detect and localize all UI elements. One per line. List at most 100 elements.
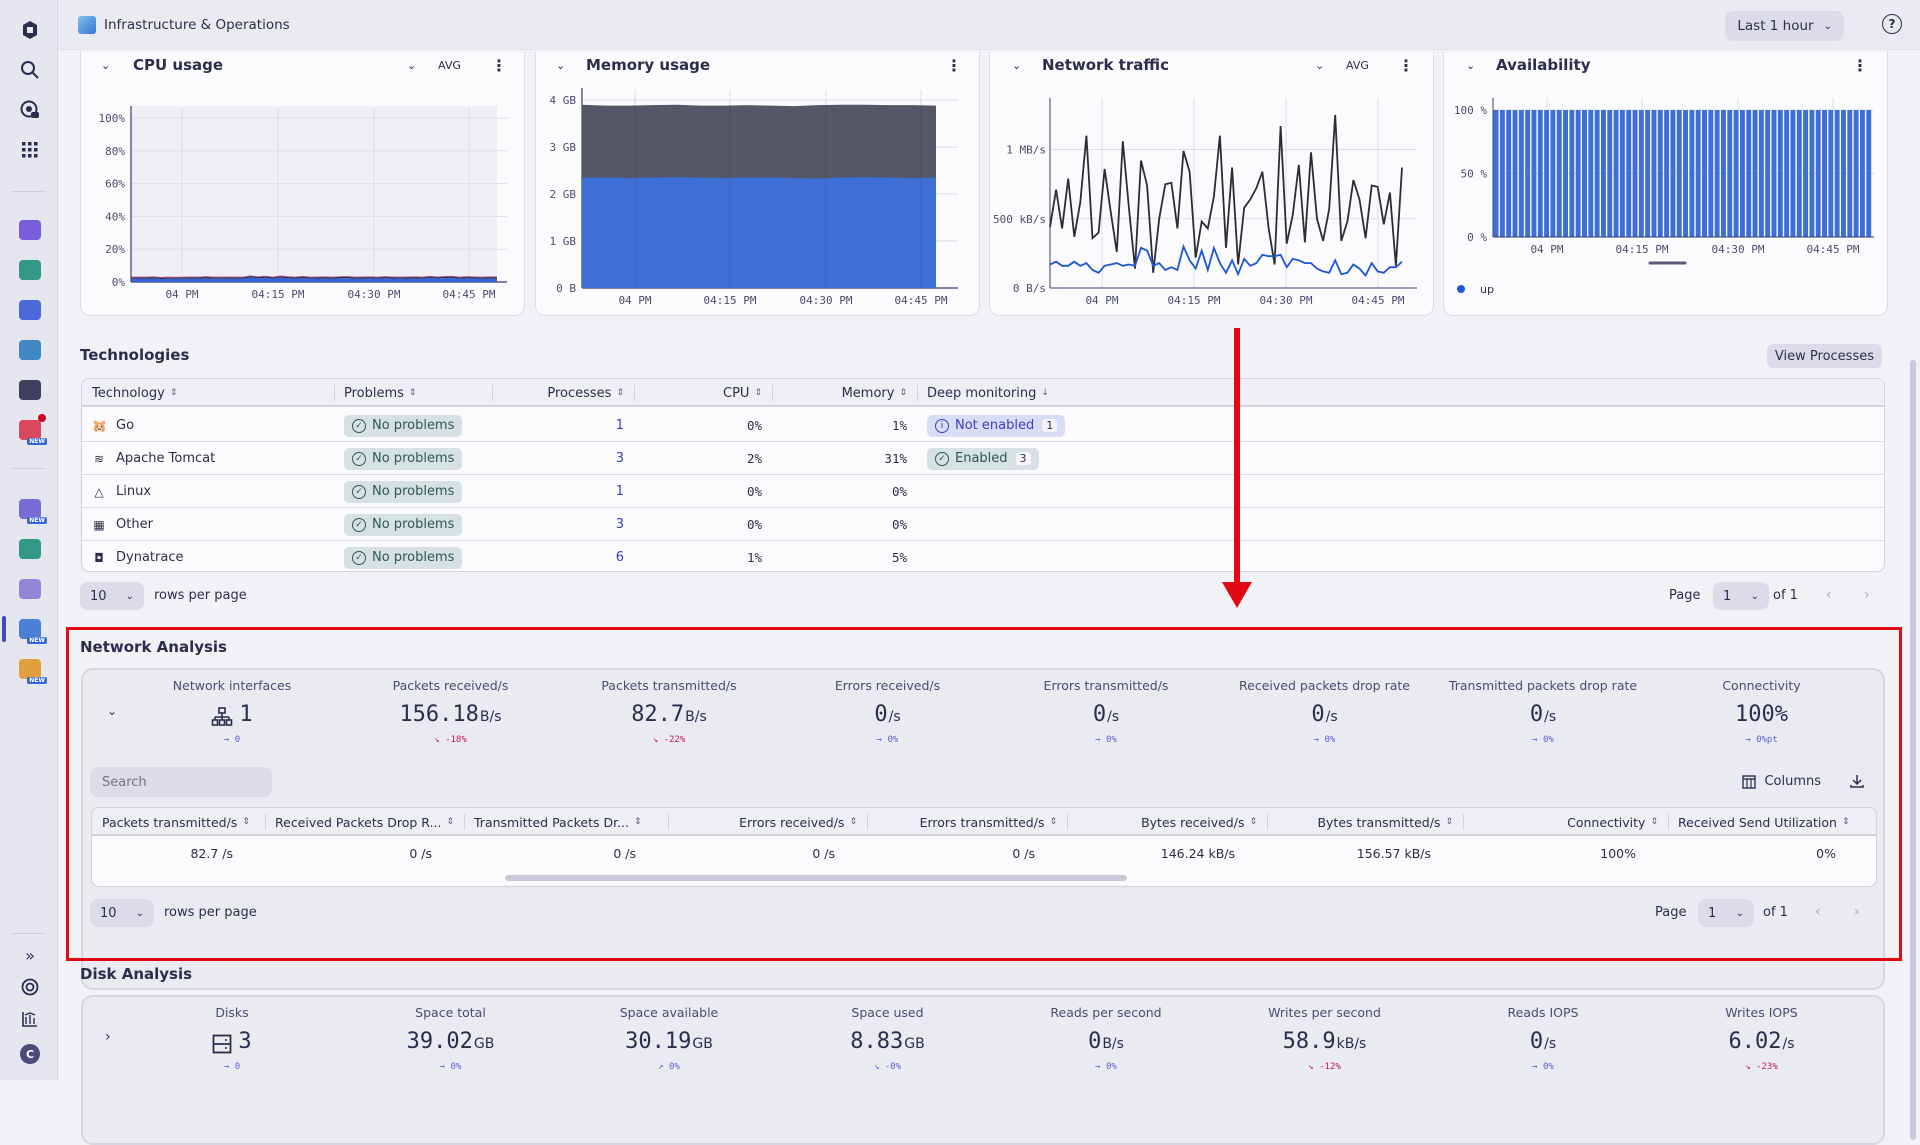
horizontal-scrollbar[interactable] (505, 875, 1127, 881)
column-header[interactable]: Bytes received/s⇕ (1067, 808, 1267, 836)
no-problems-badge[interactable]: ✓No problems (344, 481, 462, 503)
rows-per-page-select[interactable]: 10⌄ (90, 899, 154, 927)
table-row[interactable]: ≋Apache Tomcat✓No problems32%31%✓Enabled… (82, 442, 1884, 475)
app-infrastructure-icon[interactable]: NEW (17, 616, 43, 642)
dynatrace-logo-icon[interactable] (17, 17, 43, 43)
previous-page-icon[interactable]: ‹ (1826, 587, 1832, 603)
aggregation-dropdown-icon[interactable]: ⌄ (407, 59, 416, 72)
column-header[interactable]: Errors transmitted/s⇕ (867, 808, 1067, 836)
aggregation-dropdown-icon[interactable]: ⌄ (1315, 59, 1324, 72)
kpi-connectivity[interactable]: Connectivity100%→ 0%pt (1657, 678, 1867, 745)
column-header-cpu[interactable]: CPU⇕ (634, 379, 772, 407)
no-problems-badge[interactable]: ✓No problems (344, 547, 462, 569)
column-header[interactable]: Received Send Utilization⇕ (1668, 808, 1868, 836)
no-problems-badge[interactable]: ✓No problems (344, 448, 462, 470)
table-row[interactable]: ▦Other✓No problems30%0% (82, 508, 1884, 541)
next-page-icon[interactable]: › (1854, 904, 1860, 920)
more-options-icon[interactable]: ⋮ (1852, 56, 1867, 75)
app-dashboards-icon[interactable] (17, 257, 43, 283)
kpi-disks[interactable]: Disks3→ 0 (127, 1005, 337, 1072)
app-kubernetes-icon[interactable] (17, 337, 43, 363)
column-header-memory[interactable]: Memory⇕ (772, 379, 917, 407)
expand-icon[interactable]: » (17, 942, 43, 968)
app-synthetic-icon[interactable] (17, 377, 43, 403)
app-security-icon[interactable] (17, 536, 43, 562)
not-enabled-badge[interactable]: iNot enabled1 (927, 415, 1065, 437)
collapse-chevron-icon[interactable]: ⌄ (101, 59, 110, 72)
processes-link[interactable]: 6 (492, 541, 634, 572)
kpi-received-packets-drop-rate[interactable]: Received packets drop rate0/s→ 0% (1220, 678, 1430, 745)
more-options-icon[interactable]: ⋮ (946, 56, 961, 75)
search-icon[interactable] (17, 57, 43, 83)
app-discovery-icon[interactable] (17, 217, 43, 243)
table-row[interactable]: 🐹Go✓No problems10%1%iNot enabled1 (82, 409, 1884, 442)
no-problems-badge[interactable]: ✓No problems (344, 415, 462, 437)
kpi-errors-transmitted-s[interactable]: Errors transmitted/s0/s→ 0% (1001, 678, 1211, 745)
column-header[interactable]: Received Packets Drop R...⇕ (265, 808, 464, 836)
page-scrollbar[interactable] (1910, 360, 1916, 1140)
help-circle-icon[interactable]: ? (1882, 14, 1902, 34)
legend-label[interactable]: up (1480, 283, 1494, 296)
column-header-technology[interactable]: Technology⇕ (82, 379, 334, 407)
kpi-packets-transmitted-s[interactable]: Packets transmitted/s82.7B/s↘ -22% (564, 678, 774, 745)
user-avatar[interactable]: C (17, 1041, 43, 1067)
column-header[interactable]: Transmitted Packets Dr...⇕ (464, 808, 668, 836)
kpi-packets-received-s[interactable]: Packets received/s156.18B/s↘ -18% (346, 678, 556, 745)
kpi-writes-iops[interactable]: Writes IOPS6.02/s↘ -23% (1657, 1005, 1867, 1072)
collapse-chevron-icon[interactable]: ⌄ (1466, 59, 1475, 72)
kpi-reads-per-second[interactable]: Reads per second0B/s→ 0% (1001, 1005, 1211, 1072)
previous-page-icon[interactable]: ‹ (1815, 904, 1821, 920)
collapse-chevron-icon[interactable]: ⌄ (1012, 59, 1021, 72)
page-select[interactable]: 1⌄ (1713, 582, 1769, 610)
column-header-problems[interactable]: Problems⇕ (334, 379, 492, 407)
table-row[interactable]: ◘Dynatrace✓No problems61%5% (82, 541, 1884, 572)
table-row[interactable]: 82.7 /s0 /s0 /s0 /s0 /s146.24 kB/s156.57… (92, 838, 1876, 868)
column-header[interactable]: Connectivity⇕ (1463, 808, 1668, 836)
aggregation-label[interactable]: AVG (1346, 59, 1369, 72)
apps-grid-icon[interactable] (17, 137, 43, 163)
collapse-chevron-icon[interactable]: ⌄ (107, 704, 117, 718)
network-search-input[interactable] (90, 767, 272, 797)
analytics-icon[interactable] (17, 1006, 43, 1032)
processes-link[interactable]: 1 (492, 475, 634, 508)
no-problems-badge[interactable]: ✓No problems (344, 514, 462, 536)
view-processes-button[interactable]: View Processes (1767, 344, 1882, 368)
app-services-icon[interactable]: NEW (17, 656, 43, 682)
app-workflows-icon[interactable] (17, 297, 43, 323)
app-databases-icon[interactable]: NEW (17, 496, 43, 522)
kpi-writes-per-second[interactable]: Writes per second58.9kB/s↘ -12% (1220, 1005, 1430, 1072)
column-header[interactable]: Errors received/s⇕ (668, 808, 867, 836)
column-header[interactable]: Packets transmitted/s⇕ (92, 808, 265, 836)
column-header-processes[interactable]: Processes⇕ (492, 379, 634, 407)
more-options-icon[interactable]: ⋮ (1398, 56, 1413, 75)
column-header-deep-monitoring[interactable]: Deep monitoring↓ (917, 379, 1217, 407)
ai-assistant-icon[interactable] (17, 97, 43, 123)
column-header[interactable]: Bytes transmitted/s⇕ (1267, 808, 1463, 836)
rows-per-page-select[interactable]: 10⌄ (80, 582, 144, 610)
kpi-network-interfaces[interactable]: Network interfaces1→ 0 (127, 678, 337, 745)
more-options-icon[interactable]: ⋮ (491, 56, 506, 75)
kpi-value-wrap: 3 (127, 1029, 337, 1059)
processes-link[interactable]: 3 (492, 508, 634, 541)
collapse-chevron-icon[interactable]: ⌄ (556, 59, 565, 72)
kpi-transmitted-packets-drop-rate[interactable]: Transmitted packets drop rate0/s→ 0% (1438, 678, 1648, 745)
kpi-space-total[interactable]: Space total39.02GB→ 0% (346, 1005, 556, 1072)
support-icon[interactable] (17, 974, 43, 1000)
timeframe-selector[interactable]: Last 1 hour ⌄ (1725, 11, 1844, 41)
table-row[interactable]: △Linux✓No problems10%0% (82, 475, 1884, 508)
page-select[interactable]: 1⌄ (1698, 899, 1754, 927)
next-page-icon[interactable]: › (1864, 587, 1870, 603)
app-clouds-icon[interactable] (17, 576, 43, 602)
app-problems-icon[interactable]: NEW (17, 417, 43, 443)
kpi-space-used[interactable]: Space used8.83GB↘ -0% (783, 1005, 993, 1072)
kpi-errors-received-s[interactable]: Errors received/s0/s→ 0% (783, 678, 993, 745)
processes-link[interactable]: 3 (492, 442, 634, 475)
kpi-space-available[interactable]: Space available30.19GB↗ 0% (564, 1005, 774, 1072)
expand-chevron-icon[interactable]: › (105, 1029, 111, 1045)
processes-link[interactable]: 1 (492, 409, 634, 442)
download-icon[interactable] (1849, 773, 1865, 793)
kpi-reads-iops[interactable]: Reads IOPS0/s→ 0% (1438, 1005, 1648, 1072)
enabled-badge[interactable]: ✓Enabled3 (927, 448, 1039, 470)
aggregation-label[interactable]: AVG (438, 59, 461, 72)
columns-button[interactable]: Columns (1742, 774, 1821, 789)
